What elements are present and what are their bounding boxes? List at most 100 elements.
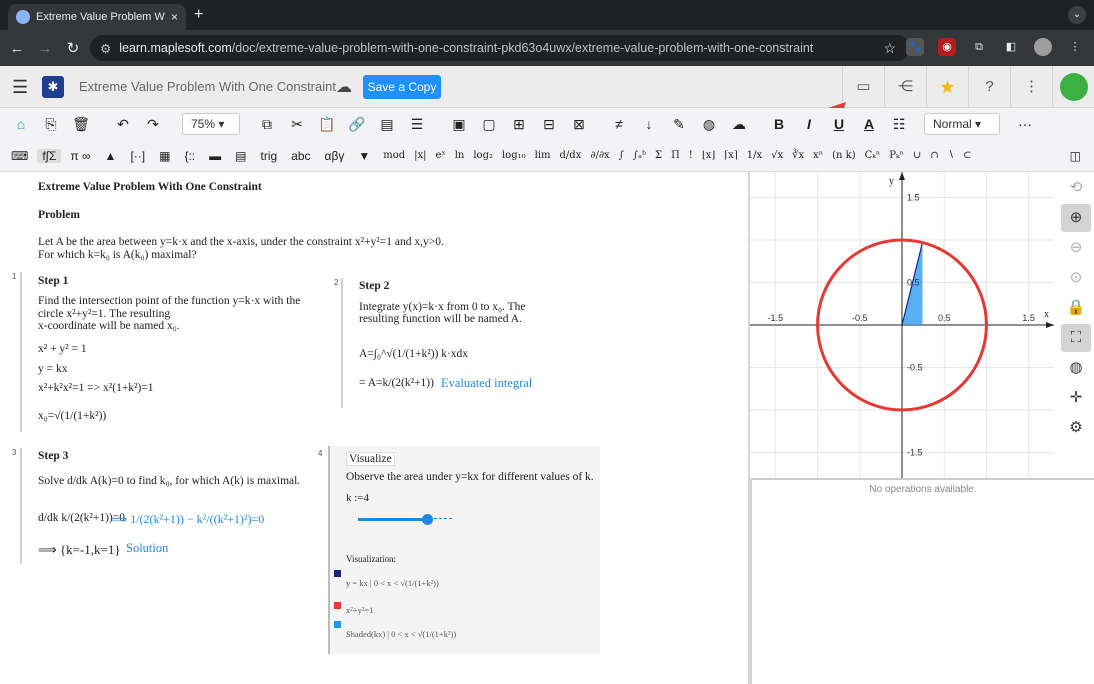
math-abs[interactable]: |x| bbox=[414, 150, 426, 161]
math-power[interactable]: xⁿ bbox=[813, 150, 823, 161]
home-icon[interactable]: ⌂ bbox=[8, 116, 34, 132]
cut-icon[interactable]: ✂ bbox=[284, 116, 310, 133]
extensions-puzzle-icon[interactable]: ⧉ bbox=[970, 38, 988, 56]
math-binomial[interactable]: (n k) bbox=[832, 150, 855, 161]
save-copy-button[interactable]: Save a Copy bbox=[363, 75, 441, 99]
redo-icon[interactable]: ↷ bbox=[140, 116, 166, 133]
calculator-icon[interactable]: ▤ bbox=[230, 149, 251, 163]
text-color-button[interactable]: A bbox=[856, 116, 882, 132]
math-subset[interactable]: ⊂ bbox=[963, 150, 971, 161]
back-icon[interactable]: ← bbox=[6, 40, 28, 57]
new-tab-button[interactable]: + bbox=[194, 6, 203, 24]
zoom-select[interactable]: 75% ▾ bbox=[182, 113, 240, 135]
group-icon[interactable]: ▣ bbox=[446, 116, 472, 133]
undo-icon[interactable]: ↶ bbox=[110, 116, 136, 133]
filter-icon[interactable]: ▼ bbox=[353, 149, 375, 163]
step3-eq-1b[interactable]: ⟹ 1/(2(k²+1)) − k²/((k²+1)²)=0 bbox=[110, 512, 264, 527]
math-mod[interactable]: mod bbox=[383, 150, 405, 161]
italic-button[interactable]: I bbox=[796, 116, 822, 132]
extension-icon-2[interactable]: ◉ bbox=[938, 38, 956, 56]
k-slider-thumb[interactable] bbox=[421, 514, 433, 525]
axes-icon[interactable]: ✛ bbox=[1061, 384, 1091, 412]
bookmark-star-icon[interactable]: ☆ bbox=[883, 40, 896, 57]
more-tools-button[interactable]: ··· bbox=[1012, 116, 1038, 132]
math-setminus[interactable]: ∖ bbox=[948, 150, 954, 161]
palette-constants[interactable]: π ∞ bbox=[65, 149, 95, 163]
zoom-out-icon[interactable]: ⊖ bbox=[1061, 234, 1091, 262]
lock-icon[interactable]: 🔒 bbox=[1061, 294, 1091, 322]
step2-eq-2[interactable]: = A=k/(2(k²+1)) bbox=[359, 377, 434, 389]
math-log10[interactable]: log₁₀ bbox=[502, 150, 526, 161]
arrow-down-icon[interactable]: ↓ bbox=[636, 116, 662, 132]
palette-matrix[interactable]: [··] bbox=[125, 149, 150, 163]
rotate-icon[interactable]: ⟲ bbox=[1061, 174, 1091, 202]
sphere-icon[interactable]: ◍ bbox=[1061, 354, 1091, 382]
indent-icon[interactable]: ☰ bbox=[404, 116, 430, 133]
browser-tab[interactable]: Extreme Value Problem With ( × bbox=[8, 4, 186, 30]
plot-panel[interactable]: -1.5 -0.5 0.5 1.5 1.5 0.5 -0.5 -1.5 x y bbox=[750, 172, 1054, 478]
user-avatar[interactable] bbox=[1052, 66, 1094, 108]
k-slider[interactable] bbox=[358, 514, 452, 525]
site-settings-icon[interactable]: ⚙ bbox=[100, 41, 111, 56]
palette-greek[interactable]: αβγ bbox=[320, 149, 350, 163]
plot-canvas[interactable]: -1.5 -0.5 0.5 1.5 1.5 0.5 -0.5 -1.5 x y bbox=[750, 172, 1054, 478]
link-icon[interactable]: 🔗 bbox=[344, 116, 370, 133]
not-equal-icon[interactable]: ≠ bbox=[606, 116, 632, 132]
math-permutation[interactable]: Pₖⁿ bbox=[889, 150, 904, 161]
units-icon[interactable]: ▬ bbox=[204, 149, 226, 163]
math-sum[interactable]: Σ bbox=[655, 150, 662, 161]
step2-eq-1[interactable]: A=∫₀^√(1/(1+k²)) k·xdx bbox=[359, 348, 468, 360]
math-exp[interactable]: eˣ bbox=[436, 150, 446, 161]
step1-eq-2[interactable]: y = kx bbox=[38, 363, 68, 375]
profile-avatar[interactable] bbox=[1034, 38, 1052, 56]
palette-piecewise[interactable]: {:: bbox=[179, 149, 200, 163]
tab-close-icon[interactable]: × bbox=[171, 10, 178, 24]
chrome-menu-icon[interactable]: ⋮ bbox=[1066, 38, 1084, 56]
math-union[interactable]: ∪ bbox=[913, 150, 921, 161]
ungroup-icon[interactable]: ▢ bbox=[476, 116, 502, 133]
math-log2[interactable]: log₂ bbox=[473, 150, 493, 161]
document-icon[interactable]: ▤ bbox=[374, 116, 400, 133]
cloud-icon[interactable]: ☁ bbox=[726, 116, 752, 133]
palette-calculus[interactable]: f∫Σ bbox=[37, 148, 62, 163]
math-partial[interactable]: ∂/∂x bbox=[590, 150, 609, 161]
math-ceil[interactable]: ⌈x⌉ bbox=[724, 150, 737, 161]
hamburger-menu-icon[interactable]: ☰ bbox=[12, 77, 28, 98]
url-input[interactable]: ⚙ learn.maplesoft.com/doc/extreme-value-… bbox=[90, 35, 910, 61]
forward-icon[interactable]: → bbox=[34, 40, 56, 57]
math-def-integral[interactable]: ∫ₐᵇ bbox=[633, 150, 646, 161]
pen-icon[interactable]: ✎ bbox=[666, 116, 692, 133]
help-icon[interactable]: ? bbox=[968, 66, 1010, 108]
settings-gear-icon[interactable]: ⚙ bbox=[1061, 414, 1091, 442]
extension-icon-1[interactable]: 🐾 bbox=[906, 38, 924, 56]
math-intersect[interactable]: ∩ bbox=[930, 150, 938, 161]
table-icon[interactable]: ▦ bbox=[154, 149, 175, 163]
insert-above-icon[interactable]: ⊞ bbox=[506, 116, 532, 133]
math-reciprocal[interactable]: 1/x bbox=[747, 150, 762, 161]
math-product[interactable]: Π bbox=[671, 150, 680, 161]
step1-eq-4[interactable]: x₀=√(1/(1+k²)) bbox=[38, 410, 106, 422]
zoom-fit-icon[interactable]: ⊙ bbox=[1061, 264, 1091, 292]
panel-toggle-icon[interactable]: ◫ bbox=[1065, 149, 1086, 163]
shapes-icon[interactable]: ▲ bbox=[100, 149, 122, 163]
math-combination[interactable]: Cₖⁿ bbox=[865, 150, 881, 161]
copy-doc-icon[interactable]: ⎘ bbox=[38, 116, 64, 133]
tab-search-icon[interactable]: ⌄ bbox=[1068, 6, 1086, 24]
reload-icon[interactable]: ↻ bbox=[62, 39, 84, 57]
copy-icon[interactable]: ⧉ bbox=[254, 116, 280, 133]
delete-icon[interactable]: 🗑 bbox=[68, 116, 94, 133]
math-derivative[interactable]: d/dx bbox=[560, 150, 582, 161]
globe-icon[interactable]: ◍ bbox=[696, 116, 722, 133]
bold-button[interactable]: B bbox=[766, 116, 792, 132]
paste-icon[interactable]: 📋 bbox=[314, 116, 340, 133]
step4-title[interactable]: Visualize bbox=[346, 452, 395, 466]
math-ln[interactable]: ln bbox=[455, 150, 465, 161]
math-factorial[interactable]: ! bbox=[689, 150, 693, 161]
math-cbrt[interactable]: ∛x bbox=[792, 150, 804, 161]
step1-eq-3[interactable]: x²+k²x²=1 => x²(1+k²)=1 bbox=[38, 382, 154, 394]
palette-trig[interactable]: trig bbox=[255, 149, 282, 163]
side-panel-icon[interactable]: ◧ bbox=[1002, 38, 1020, 56]
keyboard-icon[interactable]: ⌨ bbox=[6, 149, 33, 163]
step3-eq-2[interactable]: ⟹ {k=-1,k=1} bbox=[38, 542, 121, 558]
math-floor[interactable]: ⌊x⌋ bbox=[702, 150, 715, 161]
